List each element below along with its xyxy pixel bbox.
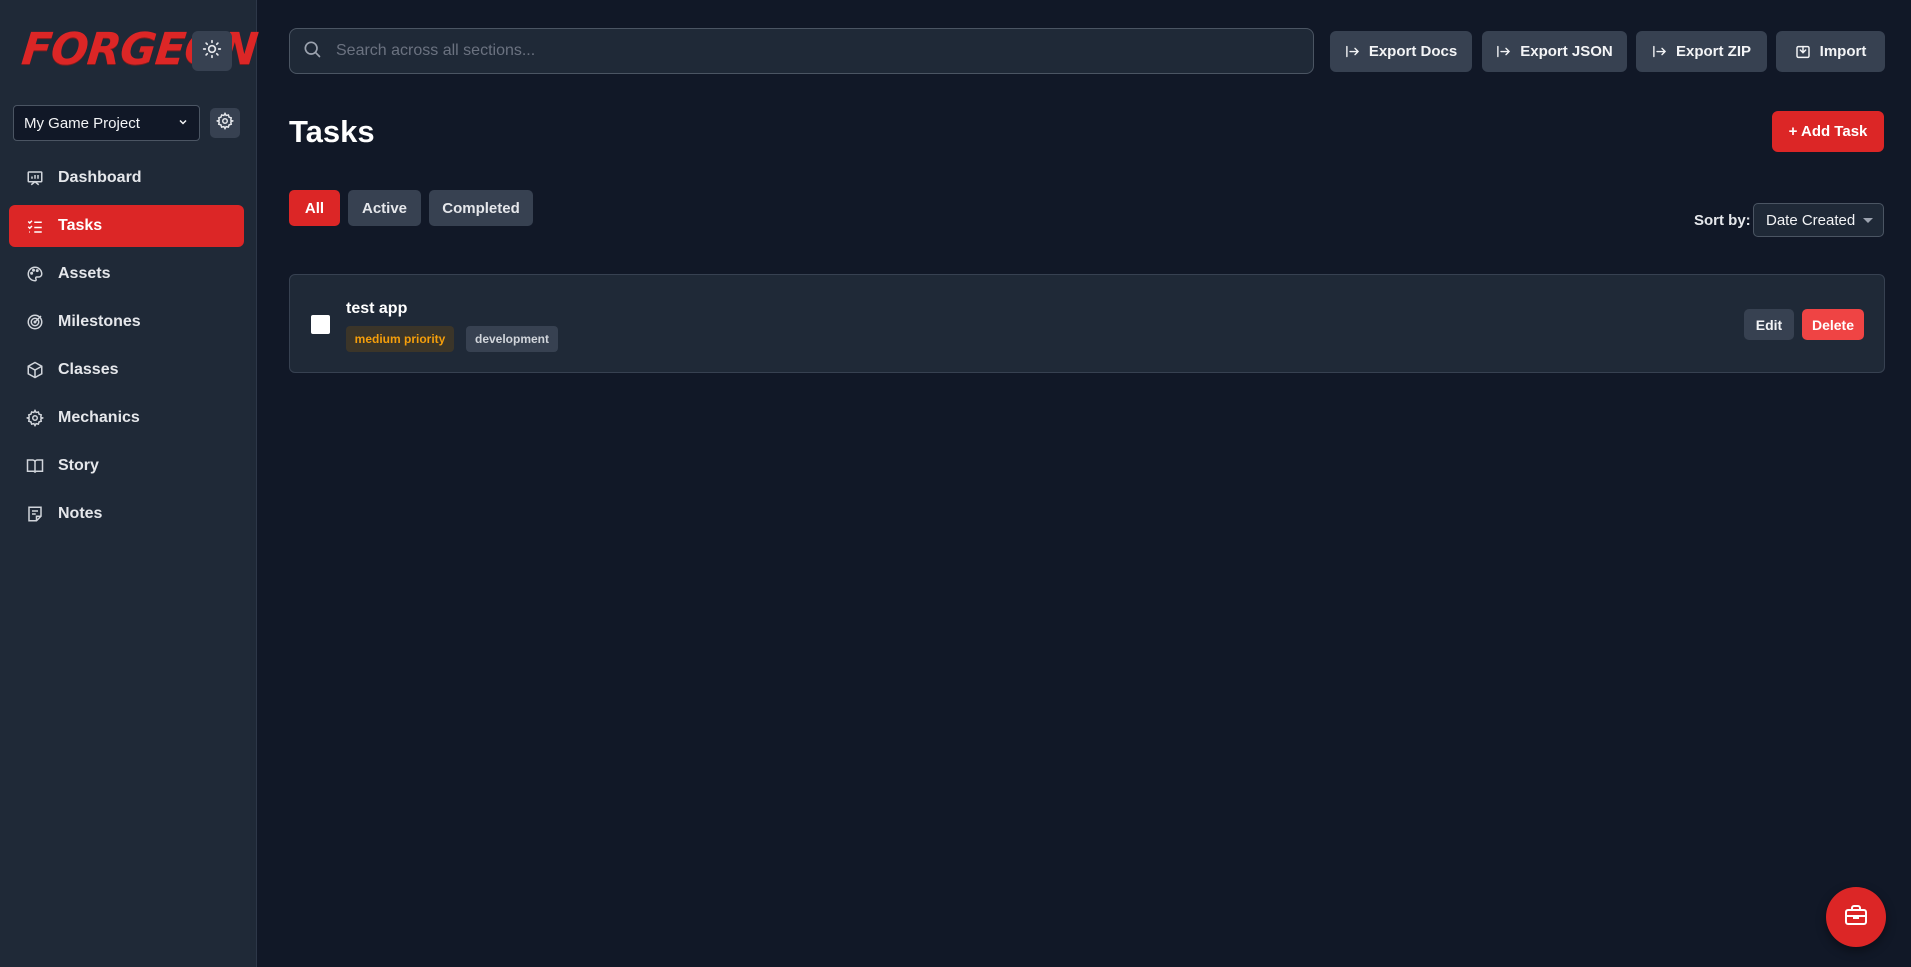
task-complete-checkbox[interactable] <box>311 315 330 334</box>
book-icon <box>26 457 44 475</box>
sidebar-item-label: Mechanics <box>58 409 140 426</box>
sidebar-item-label: Assets <box>58 265 111 282</box>
export-zip-button[interactable]: Export ZIP <box>1636 31 1767 72</box>
sidebar-item-assets[interactable]: Assets <box>9 253 244 295</box>
briefcase-icon <box>1844 903 1868 932</box>
delete-task-button[interactable]: Delete <box>1802 309 1864 340</box>
filter-active-button[interactable]: Active <box>348 190 421 226</box>
task-title: test app <box>346 300 408 317</box>
sort-select[interactable]: Date Created <box>1753 203 1884 237</box>
search-icon <box>302 39 322 64</box>
sidebar-nav: Dashboard Tasks Assets Milestones Classe… <box>9 157 244 541</box>
chevron-down-icon <box>177 115 189 132</box>
import-label: Import <box>1819 43 1867 60</box>
sidebar-item-dashboard[interactable]: Dashboard <box>9 157 244 199</box>
sidebar-item-label: Story <box>58 457 99 474</box>
project-select[interactable]: My Game Project <box>13 105 200 141</box>
export-arrow-icon <box>1345 44 1360 59</box>
sidebar-item-label: Milestones <box>58 313 141 330</box>
gear-icon <box>26 409 44 427</box>
project-select-value: My Game Project <box>24 114 140 132</box>
edit-task-button[interactable]: Edit <box>1744 309 1794 340</box>
task-card: test app medium priority development Edi… <box>289 274 1885 373</box>
export-docs-label: Export Docs <box>1368 43 1458 60</box>
export-json-button[interactable]: Export JSON <box>1482 31 1627 72</box>
sidebar-item-label: Dashboard <box>58 169 142 186</box>
sidebar-item-milestones[interactable]: Milestones <box>9 301 244 343</box>
gear-icon <box>215 111 235 135</box>
sidebar-item-mechanics[interactable]: Mechanics <box>9 397 244 439</box>
filter-all-button[interactable]: All <box>289 190 340 226</box>
priority-badge: medium priority <box>346 326 454 352</box>
project-settings-button[interactable] <box>210 108 240 138</box>
sort-label: Sort by: <box>1694 212 1751 229</box>
sidebar-item-classes[interactable]: Classes <box>9 349 244 391</box>
sidebar-item-label: Tasks <box>58 217 103 234</box>
filter-completed-button[interactable]: Completed <box>429 190 533 226</box>
sidebar-item-notes[interactable]: Notes <box>9 493 244 535</box>
search-bar[interactable] <box>289 28 1314 74</box>
search-input[interactable] <box>336 42 1286 60</box>
sidebar-item-label: Classes <box>58 361 119 378</box>
note-icon <box>26 505 44 523</box>
page-title: Tasks <box>289 114 375 149</box>
sidebar-item-label: Notes <box>58 505 103 522</box>
sort-select-value: Date Created <box>1766 211 1856 229</box>
sun-icon <box>202 39 222 64</box>
export-json-label: Export JSON <box>1520 43 1613 60</box>
cube-icon <box>26 361 44 379</box>
list-checks-icon <box>26 217 44 235</box>
sidebar: FORGEON My Game Project Dashboard Tasks … <box>0 0 259 967</box>
toolbox-fab-button[interactable] <box>1826 887 1886 947</box>
theme-toggle-button[interactable] <box>192 31 232 71</box>
export-zip-label: Export ZIP <box>1675 43 1751 60</box>
export-docs-button[interactable]: Export Docs <box>1330 31 1472 72</box>
project-row: My Game Project <box>13 105 200 141</box>
sidebar-item-tasks[interactable]: Tasks <box>9 205 244 247</box>
caret-down-icon <box>1863 218 1873 223</box>
dashboard-icon <box>26 169 44 187</box>
target-icon <box>26 313 44 331</box>
sidebar-item-story[interactable]: Story <box>9 445 244 487</box>
category-badge: development <box>466 326 558 352</box>
import-button[interactable]: Import <box>1776 31 1885 72</box>
add-task-button[interactable]: + Add Task <box>1772 111 1884 152</box>
export-arrow-icon <box>1652 44 1667 59</box>
export-arrow-icon <box>1496 44 1511 59</box>
import-icon <box>1795 44 1811 60</box>
palette-icon <box>26 265 44 283</box>
